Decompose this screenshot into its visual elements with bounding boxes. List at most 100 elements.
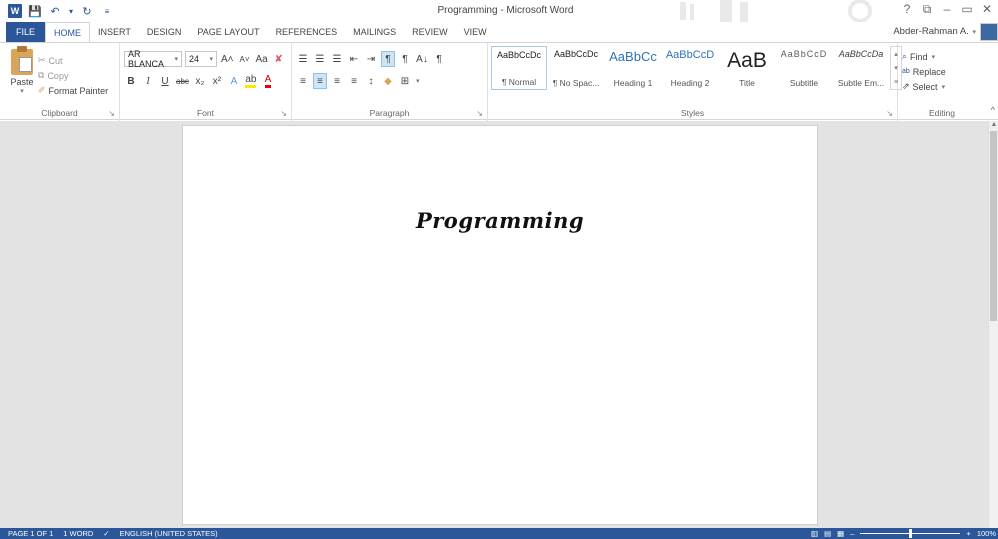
highlight-color-icon[interactable]: ab	[244, 73, 258, 89]
web-layout-icon[interactable]: ▦	[837, 529, 844, 538]
clipboard-launcher-icon[interactable]: ↘	[108, 109, 115, 118]
style-heading-2[interactable]: AaBbCcD Heading 2	[662, 46, 718, 90]
shrink-font-icon[interactable]: A˅	[238, 51, 252, 67]
font-group-label: Font	[196, 108, 214, 118]
font-color-icon[interactable]: A	[261, 73, 275, 89]
document-text[interactable]: Programming	[183, 208, 817, 233]
clear-formatting-icon[interactable]: ✘	[272, 51, 286, 67]
collapse-ribbon-icon[interactable]: ^	[991, 105, 995, 115]
text-effects-icon[interactable]: A	[227, 73, 241, 89]
style-no-spacing[interactable]: AaBbCcDc ¶ No Spac...	[548, 46, 604, 90]
right-to-left-icon[interactable]: ¶	[398, 51, 412, 67]
window-controls: ? ⧉ – ▭ ✕	[900, 2, 994, 17]
ribbon-display-options-icon[interactable]: ⧉	[920, 2, 934, 17]
font-size-dropdown[interactable]: 24 ▾	[185, 51, 217, 67]
language-indicator[interactable]: ENGLISH (UNITED STATES)	[120, 529, 218, 538]
tab-review[interactable]: REVIEW	[404, 22, 456, 42]
align-right-icon[interactable]: ≡	[330, 73, 344, 89]
bullets-icon[interactable]: ☰	[296, 51, 310, 67]
sort-icon[interactable]: A↓	[415, 51, 429, 67]
paragraph-group-label: Paragraph	[369, 108, 410, 118]
tab-design[interactable]: DESIGN	[139, 22, 190, 42]
proofing-icon[interactable]: ✓	[103, 529, 109, 538]
tab-mailings[interactable]: MAILINGS	[345, 22, 404, 42]
user-account[interactable]: Abder-Rahman A. ▾	[893, 26, 976, 37]
help-icon[interactable]: ?	[900, 2, 914, 17]
left-to-right-icon[interactable]: ¶	[381, 51, 395, 67]
change-case-icon[interactable]: Aa	[255, 51, 269, 67]
shading-icon[interactable]: ◆	[381, 73, 395, 89]
find-button[interactable]: ⌕ Find ▾	[902, 49, 946, 64]
tab-home[interactable]: HOME	[45, 22, 91, 43]
replace-button[interactable]: ab Replace	[902, 64, 946, 79]
borders-icon[interactable]: ⊞	[398, 73, 412, 89]
style-subtitle[interactable]: AaBbCcD Subtitle	[776, 46, 832, 90]
print-layout-icon[interactable]: ▤	[824, 529, 831, 538]
undo-icon[interactable]: ↶	[48, 4, 62, 18]
close-icon[interactable]: ✕	[980, 2, 994, 17]
tab-file[interactable]: FILE	[6, 22, 46, 42]
scrollbar-thumb[interactable]	[990, 131, 997, 321]
tab-references[interactable]: REFERENCES	[268, 22, 346, 42]
styles-launcher-icon[interactable]: ↘	[886, 109, 893, 118]
grow-font-icon[interactable]: A˄	[220, 51, 235, 67]
word-app-icon[interactable]: W	[8, 4, 22, 18]
increase-indent-icon[interactable]: ⇥	[364, 51, 378, 67]
borders-caret-icon[interactable]: ▾	[416, 77, 420, 85]
italic-button[interactable]: I	[141, 73, 155, 89]
subscript-button[interactable]: x₂	[193, 73, 207, 89]
styles-group-label: Styles	[680, 108, 705, 118]
page-count[interactable]: PAGE 1 OF 1	[8, 529, 53, 538]
style-heading-1[interactable]: AaBbCc Heading 1	[605, 46, 661, 90]
decrease-indent-icon[interactable]: ⇤	[347, 51, 361, 67]
word-count[interactable]: 1 WORD	[63, 529, 93, 538]
style-normal[interactable]: AaBbCcDc ¶ Normal	[491, 46, 547, 90]
font-name-dropdown[interactable]: AR BLANCA ▾	[124, 49, 182, 69]
avatar[interactable]	[980, 23, 998, 41]
multilevel-list-icon[interactable]: ☰	[330, 51, 344, 67]
align-left-icon[interactable]: ≡	[296, 73, 310, 89]
zoom-out-button[interactable]: –	[850, 529, 854, 538]
zoom-slider-knob[interactable]	[908, 529, 912, 538]
clipboard-items: ✂ Cut ⧉ Copy ✐ Format Painter	[38, 53, 108, 98]
tab-insert[interactable]: INSERT	[90, 22, 139, 42]
style-subtle-emphasis[interactable]: AaBbCcDa Subtle Em...	[833, 46, 889, 90]
justify-icon[interactable]: ≡	[347, 73, 361, 89]
numbering-icon[interactable]: ☰	[313, 51, 327, 67]
select-button[interactable]: ⇗ Select ▾	[902, 79, 946, 94]
vertical-scrollbar[interactable]: ▲	[988, 121, 998, 528]
line-spacing-icon[interactable]: ↕	[364, 73, 378, 89]
style-title[interactable]: AaB Title	[719, 46, 775, 90]
style-preview: AaB	[727, 49, 767, 72]
find-icon: ⌕	[902, 51, 908, 61]
superscript-button[interactable]: x²	[210, 73, 224, 89]
customize-qat-icon[interactable]: ≡	[100, 4, 114, 18]
find-caret-icon: ▾	[931, 53, 936, 61]
tab-page-layout[interactable]: PAGE LAYOUT	[189, 22, 267, 42]
scroll-up-icon[interactable]: ▲	[989, 121, 998, 128]
tab-view[interactable]: VIEW	[456, 22, 495, 42]
paragraph-launcher-icon[interactable]: ↘	[476, 109, 483, 118]
minimize-icon[interactable]: –	[940, 2, 954, 17]
copy-button[interactable]: ⧉ Copy	[38, 68, 108, 83]
underline-button[interactable]: U	[158, 73, 172, 89]
redo-icon[interactable]: ↻	[80, 4, 94, 18]
document-page[interactable]: Programming	[182, 125, 818, 525]
zoom-level[interactable]: 100%	[977, 529, 996, 538]
paste-button[interactable]: Paste ▾	[8, 46, 36, 95]
undo-dropdown-icon[interactable]: ▾	[68, 4, 74, 18]
cut-button[interactable]: ✂ Cut	[38, 53, 108, 68]
read-mode-icon[interactable]: ▥	[811, 529, 818, 538]
zoom-in-button[interactable]: +	[966, 529, 970, 538]
scissors-icon: ✂	[38, 55, 46, 65]
show-marks-icon[interactable]: ¶	[432, 51, 446, 67]
format-painter-button[interactable]: ✐ Format Painter	[38, 83, 108, 98]
maximize-icon[interactable]: ▭	[960, 2, 974, 17]
paste-caret-icon[interactable]: ▾	[8, 87, 36, 95]
save-icon[interactable]: 💾	[28, 4, 42, 18]
bold-button[interactable]: B	[124, 73, 138, 89]
font-launcher-icon[interactable]: ↘	[280, 109, 287, 118]
align-center-icon[interactable]: ≡	[313, 73, 327, 89]
zoom-slider[interactable]	[860, 529, 961, 538]
strikethrough-button[interactable]: abc	[175, 73, 190, 89]
